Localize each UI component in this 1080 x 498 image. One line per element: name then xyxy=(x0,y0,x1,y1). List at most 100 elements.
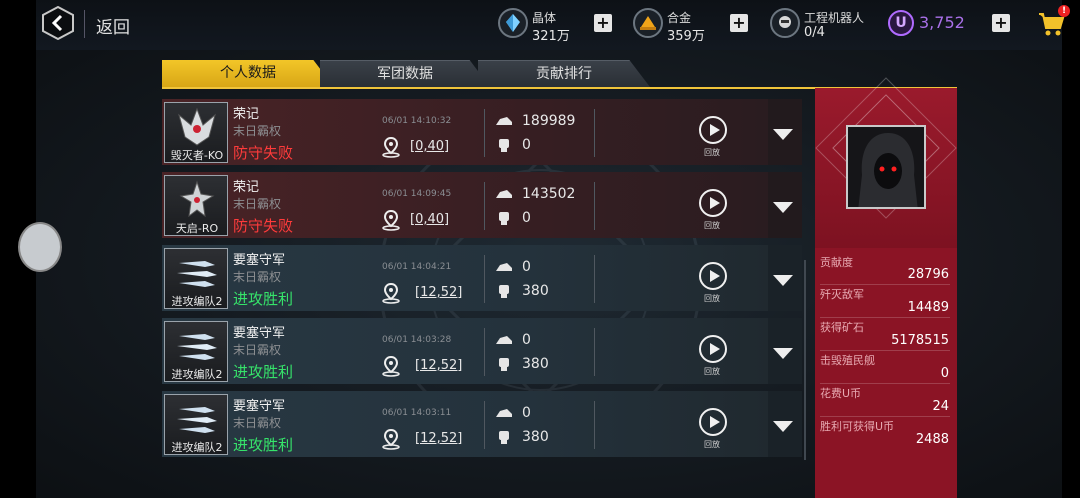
table-row[interactable]: 进攻编队2 要塞守军 末日霸权 进攻胜利 06/01 14:03:11 [12,… xyxy=(162,391,802,457)
stat-power: 0 xyxy=(522,210,531,226)
expand-triangle-icon[interactable] xyxy=(773,275,793,286)
divider xyxy=(484,255,485,303)
battle-time: 06/01 14:03:11 xyxy=(382,408,452,418)
battle-result: 防守失败 xyxy=(233,217,294,235)
back-arrow-icon[interactable] xyxy=(41,6,75,40)
coordinate-link[interactable]: [0,40] xyxy=(410,212,449,227)
battle-result: 进攻胜利 xyxy=(233,436,294,454)
fleet-icon xyxy=(177,261,217,287)
tab-bar: 个人数据 军团数据 贡献排行 xyxy=(162,60,962,88)
fleet-name: 进攻编队2 xyxy=(171,368,223,381)
table-row[interactable]: 天启-RO 荣记 末日霸权 防守失败 06/01 14:09:45 [0,40]… xyxy=(162,172,802,238)
divider xyxy=(820,317,950,318)
fist-icon xyxy=(499,139,509,152)
alloy-name: 合金 xyxy=(667,11,692,25)
profile-banner xyxy=(815,77,957,248)
divider xyxy=(820,350,950,351)
replay-label[interactable]: 回放 xyxy=(704,293,720,304)
replay-label[interactable]: 回放 xyxy=(704,147,720,158)
table-row[interactable]: 毁灭者-KO 荣记 末日霸权 防守失败 06/01 14:10:32 [0,40… xyxy=(162,99,802,165)
stat-destroyed: 143502 xyxy=(522,186,576,202)
battle-result: 进攻胜利 xyxy=(233,363,294,381)
resource-robot: 工程机器人 0/4 xyxy=(770,6,880,42)
replay-label[interactable]: 回放 xyxy=(704,220,720,231)
expand-triangle-icon[interactable] xyxy=(773,348,793,359)
stat-label-kills: 歼灭敌军 xyxy=(820,288,864,301)
tab-personal-data[interactable]: 个人数据 xyxy=(162,60,334,87)
replay-icon[interactable] xyxy=(699,189,727,217)
coordinate-link[interactable]: [12,52] xyxy=(415,431,462,446)
stat-label-u-spent: 花费U币 xyxy=(820,387,862,400)
stat-value-kills: 14489 xyxy=(907,300,949,315)
expand-triangle-icon[interactable] xyxy=(773,129,793,140)
divider xyxy=(484,109,485,157)
back-divider xyxy=(84,10,85,38)
divider xyxy=(594,401,595,449)
ship-avatar: 进攻编队2 xyxy=(164,248,228,309)
expand-triangle-icon[interactable] xyxy=(773,202,793,213)
robot-icon xyxy=(770,8,800,38)
table-row[interactable]: 进攻编队2 要塞守军 末日霸权 进攻胜利 06/01 14:04:21 [12,… xyxy=(162,245,802,311)
tab-contribution-ranking[interactable]: 贡献排行 xyxy=(478,60,650,87)
stat-destroyed: 0 xyxy=(522,259,531,275)
add-alloy-button[interactable]: + xyxy=(730,14,748,32)
stat-value-colony-ships: 0 xyxy=(940,366,949,381)
coordinate-link[interactable]: [0,40] xyxy=(410,139,449,154)
replay-icon[interactable] xyxy=(699,408,727,436)
divider xyxy=(484,401,485,449)
add-crystal-button[interactable]: + xyxy=(594,14,612,32)
screen: 返回 晶体 321万 + 合金 359万 + 工程机器人 0/4 U 3,752… xyxy=(0,0,1080,498)
ship-avatar: 毁灭者-KO xyxy=(164,102,228,163)
alloy-icon xyxy=(633,8,663,38)
alloy-value: 359万 xyxy=(667,29,705,44)
battle-time: 06/01 14:10:32 xyxy=(382,116,452,126)
ship-name: 毁灭者-KO xyxy=(170,149,224,162)
battle-time: 06/01 14:04:21 xyxy=(382,262,452,272)
divider xyxy=(594,328,595,376)
location-pin-icon xyxy=(382,428,400,450)
ship-icon xyxy=(178,107,216,146)
opponent-legion: 末日霸权 xyxy=(233,197,282,211)
opponent-name: 要塞守军 xyxy=(233,253,286,268)
expand-triangle-icon[interactable] xyxy=(773,421,793,432)
opponent-name: 要塞守军 xyxy=(233,326,286,341)
divider xyxy=(820,416,950,417)
fist-icon xyxy=(499,212,509,225)
commander-portrait xyxy=(846,125,926,209)
tab-legion-data[interactable]: 军团数据 xyxy=(320,60,490,87)
location-pin-icon xyxy=(382,136,400,158)
replay-icon[interactable] xyxy=(699,116,727,144)
ship-avatar: 天启-RO xyxy=(164,175,228,236)
replay-label[interactable]: 回放 xyxy=(704,366,720,377)
opponent-name: 要塞守军 xyxy=(233,399,286,414)
stat-power: 380 xyxy=(522,429,549,445)
fist-icon xyxy=(499,285,509,298)
coordinate-link[interactable]: [12,52] xyxy=(415,358,462,373)
replay-label[interactable]: 回放 xyxy=(704,439,720,450)
table-row[interactable]: 进攻编队2 要塞守军 末日霸权 进攻胜利 06/01 14:03:28 [12,… xyxy=(162,318,802,384)
side-avatar-icon[interactable] xyxy=(18,222,62,272)
opponent-legion: 末日霸权 xyxy=(233,270,282,284)
ship-avatar: 进攻编队2 xyxy=(164,321,228,382)
replay-icon[interactable] xyxy=(699,262,727,290)
battle-result: 进攻胜利 xyxy=(233,290,294,308)
replay-icon[interactable] xyxy=(699,335,727,363)
add-ucoin-button[interactable]: + xyxy=(992,14,1010,32)
cart-badge: ! xyxy=(1058,5,1070,17)
back-label[interactable]: 返回 xyxy=(96,13,130,38)
ship-loss-icon xyxy=(496,263,512,271)
location-pin-icon xyxy=(382,355,400,377)
fleet-icon xyxy=(177,407,217,433)
ucoin-value: 3,752 xyxy=(919,13,965,32)
stat-label-contribution: 贡献度 xyxy=(820,256,853,269)
location-pin-icon xyxy=(382,209,400,231)
top-bar: 返回 晶体 321万 + 合金 359万 + 工程机器人 0/4 U 3,752… xyxy=(36,0,1070,50)
ship-icon xyxy=(179,180,215,218)
coordinate-link[interactable]: [12,52] xyxy=(415,285,462,300)
crystal-name: 晶体 xyxy=(532,11,557,25)
crystal-icon xyxy=(498,8,528,38)
list-scrollbar[interactable] xyxy=(804,260,806,460)
opponent-legion: 末日霸权 xyxy=(233,416,282,430)
battle-result: 防守失败 xyxy=(233,144,294,162)
hooded-figure-icon xyxy=(848,127,924,207)
